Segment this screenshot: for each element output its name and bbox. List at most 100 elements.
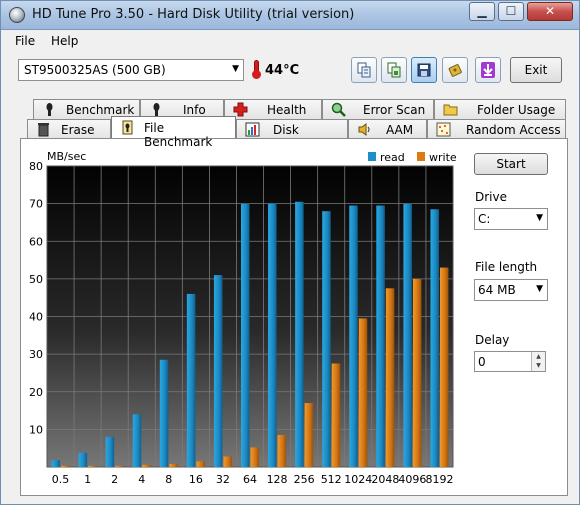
- bar-write-2048: [385, 288, 395, 467]
- x-tick-label: 128: [267, 473, 288, 486]
- bar-read-1024: [349, 205, 358, 467]
- disk-monitor-icon: [245, 122, 260, 137]
- menu-file[interactable]: File: [15, 34, 35, 48]
- bar-write-1024: [358, 318, 368, 467]
- x-tick-label: 8: [165, 473, 172, 486]
- bar-write-64: [250, 447, 259, 467]
- bar-read-1: [78, 452, 88, 467]
- copy-screenshot-button[interactable]: [381, 57, 407, 83]
- spin-up-icon[interactable]: ▲: [532, 352, 545, 361]
- save-button[interactable]: [411, 57, 437, 83]
- maximize-icon: ☐: [505, 4, 517, 18]
- y-tick-label: 10: [29, 423, 43, 436]
- bar-write-256: [304, 403, 314, 467]
- delay-value: 0: [478, 355, 486, 369]
- chevron-down-icon: ▼: [232, 64, 239, 74]
- bar-write-8: [169, 463, 178, 467]
- tab-random-access[interactable]: Random Access: [427, 119, 566, 139]
- bar-read-64: [241, 203, 250, 467]
- tab-erase[interactable]: Erase: [27, 119, 111, 139]
- bar-read-8192: [430, 209, 439, 468]
- tab-file-benchmark[interactable]: File Benchmark: [111, 116, 236, 149]
- file-length-label: File length: [475, 260, 538, 274]
- chevron-down-icon: ▼: [536, 213, 543, 223]
- x-tick-label: 4096: [398, 473, 426, 486]
- trash-icon: [38, 123, 49, 137]
- drive-letter-dropdown[interactable]: C: ▼: [474, 208, 548, 230]
- tab-label: Error Scan: [363, 103, 426, 117]
- x-tick-label: 4: [138, 473, 145, 486]
- bar-read-2048: [376, 205, 385, 467]
- tab-label: Random Access: [466, 123, 561, 137]
- tab-health[interactable]: Health: [224, 99, 322, 119]
- spinner-buttons[interactable]: ▲ ▼: [531, 352, 545, 371]
- info-icon: [153, 103, 160, 116]
- thermometer-icon: [250, 59, 262, 81]
- tab-error-scan[interactable]: Error Scan: [322, 99, 434, 119]
- y-tick-label: 20: [29, 386, 43, 399]
- bar-write-4096: [412, 278, 422, 467]
- benchmark-icon: [46, 103, 53, 116]
- delay-spinner[interactable]: 0 ▲ ▼: [474, 351, 546, 372]
- menu-help[interactable]: Help: [51, 34, 78, 48]
- temperature-readout: 44°C: [265, 63, 300, 78]
- tab-aam[interactable]: AAM: [348, 119, 427, 139]
- legend-read-swatch: [368, 152, 376, 161]
- title-bar[interactable]: HD Tune Pro 3.50 - Hard Disk Utility (tr…: [1, 1, 579, 30]
- delay-label: Delay: [475, 333, 510, 347]
- bar-read-2: [105, 436, 115, 467]
- close-icon: ✕: [544, 4, 556, 18]
- start-button[interactable]: Start: [474, 153, 548, 175]
- drive-label: Drive: [475, 190, 507, 204]
- x-tick-label: 256: [294, 473, 315, 486]
- file-length-dropdown[interactable]: 64 MB ▼: [474, 279, 548, 301]
- options-button[interactable]: [442, 57, 468, 83]
- y-axis-label: MB/sec: [47, 150, 86, 163]
- bar-read-4: [132, 414, 142, 467]
- tab-label: Info: [183, 103, 206, 117]
- x-tick-label: 16: [189, 473, 203, 486]
- tab-label: Erase: [61, 123, 95, 137]
- x-tick-label: 1: [84, 473, 91, 486]
- copy-info-button[interactable]: [351, 57, 377, 83]
- tab-label: Benchmark: [66, 103, 135, 117]
- speaker-icon: [358, 123, 370, 136]
- bar-write-32: [223, 456, 232, 467]
- minimize-icon: ▁: [477, 4, 487, 18]
- tab-folder-usage[interactable]: Folder Usage: [434, 99, 566, 119]
- exit-button[interactable]: Exit: [510, 57, 562, 83]
- spin-down-icon[interactable]: ▼: [532, 361, 545, 370]
- x-tick-label: 2048: [371, 473, 399, 486]
- minimize-button[interactable]: ▁: [469, 2, 495, 21]
- x-tick-label: 32: [216, 473, 230, 486]
- bar-read-8: [159, 359, 169, 467]
- drive-dropdown[interactable]: ST9500325AS (500 GB) ▼: [18, 59, 244, 81]
- tab-disk-monitor[interactable]: Disk monitor: [236, 119, 348, 151]
- bar-read-16: [186, 293, 196, 467]
- window-title: HD Tune Pro 3.50 - Hard Disk Utility (tr…: [32, 7, 355, 22]
- random-access-icon: [436, 122, 451, 137]
- download-button[interactable]: [475, 57, 501, 83]
- options-icon: [448, 64, 462, 77]
- maximize-button[interactable]: ☐: [498, 2, 524, 21]
- y-tick-label: 40: [29, 311, 43, 324]
- x-tick-label: 0.5: [52, 473, 70, 486]
- tab-label: Health: [267, 103, 307, 117]
- tab-label: AAM: [386, 123, 414, 137]
- bar-write-8192: [439, 267, 449, 467]
- menu-bar: File Help: [1, 31, 579, 51]
- bar-write-0.5: [61, 465, 70, 467]
- drive-letter-value: C:: [478, 212, 491, 226]
- chevron-down-icon: ▼: [536, 284, 543, 294]
- save-icon: [417, 63, 431, 77]
- close-button[interactable]: ✕: [527, 2, 573, 21]
- y-tick-label: 80: [29, 160, 43, 173]
- app-window: HD Tune Pro 3.50 - Hard Disk Utility (tr…: [0, 0, 580, 505]
- x-tick-label: 512: [321, 473, 342, 486]
- file-length-value: 64 MB: [478, 283, 516, 297]
- bar-write-1: [88, 465, 97, 467]
- bar-read-128: [268, 203, 277, 467]
- app-icon: [9, 7, 25, 23]
- x-tick-label: 8192: [425, 473, 453, 486]
- bar-write-128: [277, 435, 287, 467]
